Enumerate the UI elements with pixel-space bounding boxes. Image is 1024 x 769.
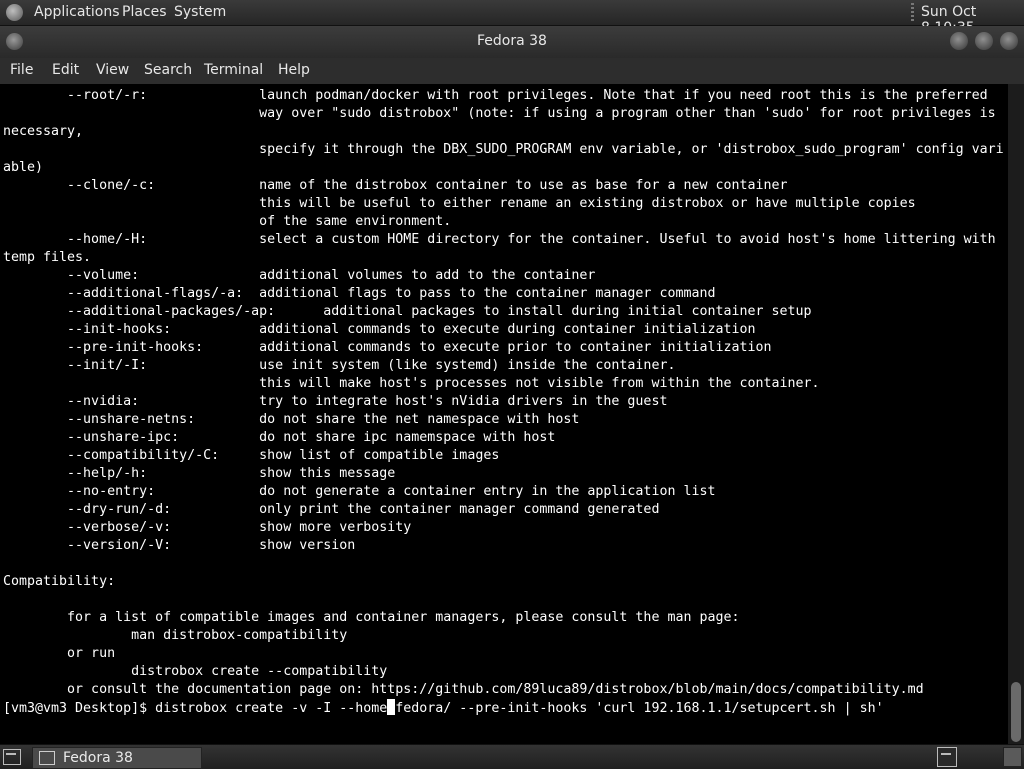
terminal-line: --clone/-c: name of the distrobox contai… (3, 178, 788, 193)
terminal-line: of the same environment. (3, 214, 452, 229)
terminal-line: --additional-packages/-ap: additional pa… (3, 304, 812, 319)
panel-separator (911, 3, 914, 21)
terminal-line: --additional-flags/-a: additional flags … (3, 286, 716, 301)
terminal-line: or run (3, 646, 116, 661)
system-menu[interactable]: System (174, 4, 226, 20)
terminal-line: distrobox create --compatibility (3, 664, 388, 679)
terminal-line: or consult the documentation page on: ht… (3, 682, 924, 697)
applications-logo-icon[interactable] (6, 4, 23, 21)
command-line[interactable]: [vm3@vm3 Desktop]$ distrobox create -v -… (3, 699, 884, 718)
terminal-line: this will make host's processes not visi… (3, 376, 820, 391)
window-title: Fedora 38 (477, 33, 547, 49)
terminal-line: --no-entry: do not generate a container … (3, 484, 716, 499)
terminal-line: able) (3, 160, 44, 175)
terminal-line: --init-hooks: additional commands to exe… (3, 322, 756, 337)
terminal-line: --root/-r: launch podman/docker with roo… (3, 88, 988, 103)
terminal-line: --pre-init-hooks: additional commands to… (3, 340, 772, 355)
terminal-line: for a list of compatible images and cont… (3, 610, 740, 625)
applications-menu[interactable]: Applications (34, 4, 120, 20)
menu-terminal[interactable]: Terminal (204, 62, 263, 78)
terminal-line: --unshare-ipc: do not share ipc namemspa… (3, 430, 556, 445)
workspace-switcher[interactable] (1003, 747, 1022, 767)
terminal-line: way over "sudo distrobox" (note: if usin… (3, 106, 996, 121)
close-button[interactable] (1000, 32, 1018, 50)
terminal-line: --compatibility/-C: show list of compati… (3, 448, 500, 463)
menu-search[interactable]: Search (144, 62, 192, 78)
terminal-area[interactable]: --root/-r: launch podman/docker with roo… (0, 84, 1008, 744)
terminal-line: this will be useful to either rename an … (3, 196, 916, 211)
terminal-line: --verbose/-v: show more verbosity (3, 520, 412, 535)
taskbar-window-button[interactable]: Fedora 38 (32, 747, 202, 769)
menu-help[interactable]: Help (278, 62, 310, 78)
minimize-button[interactable] (950, 32, 968, 50)
show-desktop-icon[interactable] (3, 749, 21, 765)
terminal-line: temp files. (3, 250, 92, 265)
terminal-line: necessary, (3, 124, 84, 139)
terminal-line: man distrobox-compatibility (3, 628, 348, 643)
terminal-scrollbar[interactable] (1008, 84, 1024, 744)
taskbar-window-label: Fedora 38 (63, 750, 133, 766)
terminal-line: --dry-run/-d: only print the container m… (3, 502, 660, 517)
terminal-line: --version/-V: show version (3, 538, 356, 553)
bottom-panel: Fedora 38 (0, 744, 1024, 769)
prompt-text-after-cursor: fedora/ --pre-init-hooks 'curl 192.168.1… (395, 701, 884, 716)
places-menu[interactable]: Places (122, 4, 167, 20)
maximize-button[interactable] (975, 32, 993, 50)
prompt-text: [vm3@vm3 Desktop]$ distrobox create -v -… (3, 701, 388, 716)
menu-edit[interactable]: Edit (52, 62, 79, 78)
top-panel: Applications Places System Sun Oct 8,10:… (0, 0, 1024, 36)
trash-icon[interactable] (937, 747, 957, 767)
terminal-icon (39, 751, 55, 765)
menu-file[interactable]: File (10, 62, 33, 78)
terminal-line: --help/-h: show this message (3, 466, 396, 481)
terminal-line: --volume: additional volumes to add to t… (3, 268, 596, 283)
terminal-line: --init/-I: use init system (like systemd… (3, 358, 676, 373)
terminal-output: --root/-r: launch podman/docker with roo… (3, 87, 1004, 699)
terminal-line: --unshare-netns: do not share the net na… (3, 412, 580, 427)
terminal-line: --nvidia: try to integrate host's nVidia… (3, 394, 668, 409)
terminal-line: --home/-H: select a custom HOME director… (3, 232, 996, 247)
window-titlebar[interactable]: Fedora 38 (0, 26, 1024, 58)
terminal-line: Compatibility: (3, 574, 116, 589)
menu-view[interactable]: View (96, 62, 129, 78)
menubar: File Edit View Search Terminal Help (0, 58, 1024, 85)
scrollbar-thumb[interactable] (1011, 682, 1021, 742)
terminal-line: specify it through the DBX_SUDO_PROGRAM … (3, 142, 1004, 157)
